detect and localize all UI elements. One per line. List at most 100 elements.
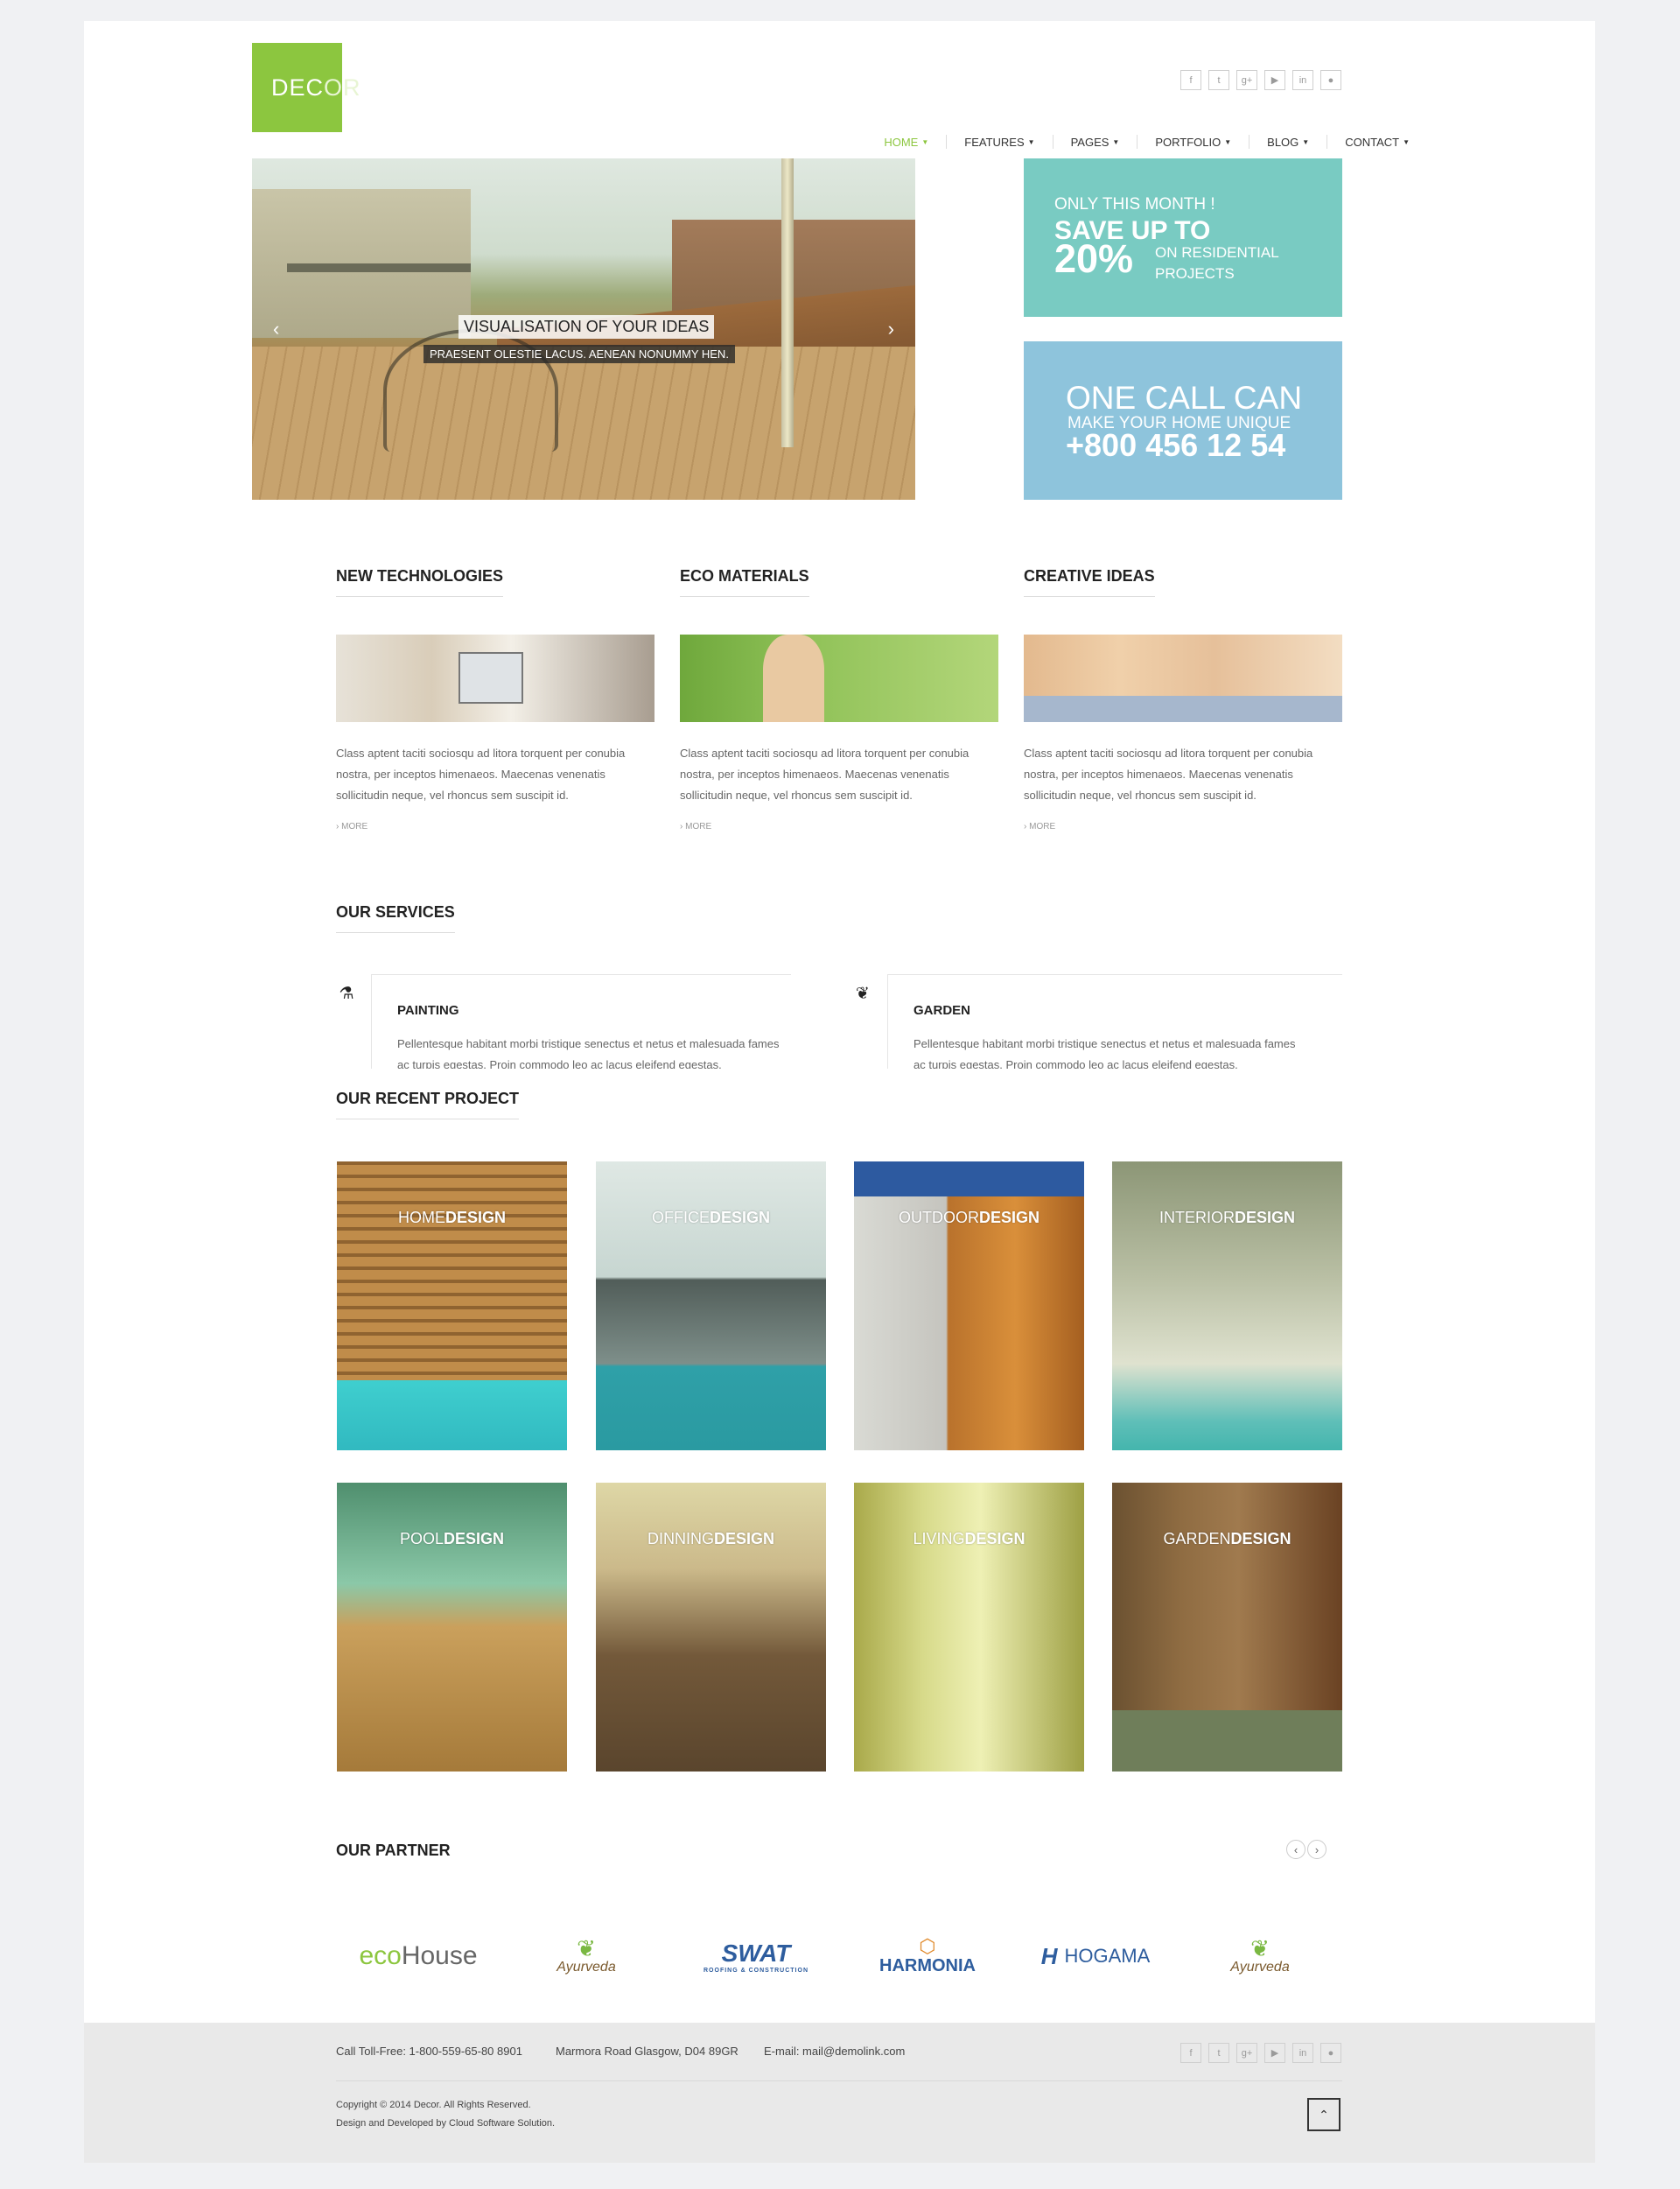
project-tile-interior[interactable]: INTERIORDESIGN	[1112, 1161, 1342, 1450]
projects-heading: OUR RECENT PROJECT	[336, 1090, 520, 1119]
service-text: Pellentesque habitant morbi tristique se…	[914, 1037, 1296, 1069]
nav-label: PORTFOLIO	[1155, 135, 1222, 149]
flickr-icon[interactable]: ●	[1320, 2043, 1341, 2063]
footer-divider	[336, 2080, 1342, 2081]
service-item: ⚗ PAINTING Pellentesque habitant morbi t…	[336, 974, 791, 1069]
facebook-icon[interactable]: f	[1180, 2043, 1201, 2063]
service-title: GARDEN	[914, 1003, 971, 1018]
footer-email[interactable]: E-mail: mail@demolink.com	[764, 2045, 905, 2058]
flickr-icon[interactable]: ●	[1320, 70, 1341, 90]
partner-carousel-nav: ‹ ›	[1286, 1840, 1326, 1859]
partner-logo-ecohouse[interactable]: eco House	[348, 1926, 488, 1987]
facebook-icon[interactable]: f	[1180, 70, 1201, 90]
slider-prev-icon[interactable]: ‹	[273, 318, 279, 340]
main-nav: HOME ▼ FEATURES ▼ PAGES ▼ PORTFOLIO ▼ BLOG ▼ …	[866, 135, 1427, 149]
promo-call-banner[interactable]: ONE CALL CAN MAKE YOUR HOME UNIQUE +800 …	[1024, 341, 1342, 500]
feature-text: Class aptent taciti sociosqu ad litora t…	[336, 747, 626, 802]
nav-item-home[interactable]: HOME ▼	[866, 135, 946, 149]
partner-logo-hogama[interactable]: H HOGAMA	[1026, 1926, 1166, 1987]
project-tile-home[interactable]: HOMEDESIGN	[337, 1161, 567, 1450]
nav-label: HOME	[884, 135, 919, 149]
service-text: Pellentesque habitant morbi tristique se…	[397, 1037, 780, 1069]
youtube-icon[interactable]: ▶	[1264, 70, 1285, 90]
project-label: DINNINGDESIGN	[647, 1530, 774, 1547]
feature-image	[1024, 635, 1342, 722]
linkedin-icon[interactable]: in	[1292, 70, 1313, 90]
more-link[interactable]: › MORE	[1024, 822, 1342, 831]
nav-item-features[interactable]: FEATURES ▼	[946, 135, 1052, 149]
hero-slider: ‹ › VISUALISATION OF YOUR IDEAS PRAESENT…	[252, 158, 915, 500]
promo-call-phone: +800 456 12 54	[1066, 427, 1286, 463]
project-label: POOLDESIGN	[399, 1530, 505, 1547]
nav-item-blog[interactable]: BLOG ▼	[1249, 135, 1326, 149]
promo-call-line1: ONE CALL CAN	[1066, 380, 1303, 416]
feature-block: CREATIVE IDEAS Class aptent taciti socio…	[1024, 567, 1342, 831]
feature-text: Class aptent taciti sociosqu ad litora t…	[1024, 747, 1313, 802]
chevron-down-icon: ▼	[1403, 137, 1410, 146]
slide-caption-text: PRAESENT OLESTIE LACUS. AENEAN NONUMMY H…	[424, 345, 735, 363]
footer-phone: Call Toll-Free: 1-800-559-65-80 8901	[336, 2045, 522, 2058]
more-link[interactable]: › MORE	[336, 822, 654, 831]
project-tile-office[interactable]: OFFICEDESIGN	[596, 1161, 826, 1450]
carousel-prev-icon[interactable]: ‹	[1286, 1840, 1306, 1859]
partners-heading: OUR PARTNER	[336, 1842, 451, 1859]
google-plus-icon[interactable]: g+	[1236, 70, 1257, 90]
promo-offer-line1: ONLY THIS MONTH !	[1054, 195, 1215, 214]
slide-window	[287, 263, 471, 272]
more-link[interactable]: › MORE	[680, 822, 998, 831]
leaf-icon: ❦	[1250, 1935, 1270, 1961]
slide-deck	[252, 347, 915, 500]
project-tile-garden[interactable]: GARDENDESIGN	[1112, 1483, 1342, 1772]
project-label: OUTDOORDESIGN	[898, 1209, 1040, 1226]
chevron-down-icon: ▼	[1112, 137, 1120, 146]
nav-item-contact[interactable]: CONTACT ▼	[1326, 135, 1427, 149]
project-label: INTERIORDESIGN	[1158, 1209, 1296, 1226]
flask-icon: ⚗	[339, 984, 354, 1003]
partner-logo-harmonia[interactable]: ⬡ HARMONIA	[858, 1926, 998, 1987]
youtube-icon[interactable]: ▶	[1264, 2043, 1285, 2063]
carousel-next-icon[interactable]: ›	[1307, 1840, 1326, 1859]
project-tile-living[interactable]: LIVINGDESIGN	[854, 1483, 1084, 1772]
promo-offer-percent: 20%	[1054, 236, 1134, 281]
back-to-top-icon[interactable]: ⌃	[1307, 2098, 1340, 2131]
feature-title: CREATIVE IDEAS	[1024, 567, 1155, 597]
footer-copyright: Copyright © 2014 Decor. All Rights Reser…	[336, 2096, 555, 2133]
nav-label: FEATURES	[964, 135, 1025, 149]
leaf-icon: ❦	[577, 1935, 596, 1961]
cube-icon: ⬡	[919, 1934, 936, 1957]
service-item: ❦ GARDEN Pellentesque habitant morbi tri…	[852, 974, 1342, 1069]
credits-text: Design and Developed by Cloud Software S…	[336, 2118, 556, 2129]
project-label: GARDENDESIGN	[1163, 1530, 1292, 1547]
project-tile-pool[interactable]: POOLDESIGN	[337, 1483, 567, 1772]
nav-label: BLOG	[1267, 135, 1299, 149]
project-tile-outdoor[interactable]: OUTDOORDESIGN	[854, 1161, 1084, 1450]
twitter-icon[interactable]: t	[1208, 70, 1229, 90]
promo-offer-banner[interactable]: ONLY THIS MONTH ! SAVE UP TO 20% ON RESI…	[1024, 158, 1342, 317]
project-label: HOMEDESIGN	[397, 1209, 506, 1226]
feature-title: ECO MATERIALS	[680, 567, 809, 597]
slide-pole	[781, 158, 794, 447]
partner-logo-ayurveda[interactable]: ❦ Ayurveda	[516, 1926, 656, 1987]
footer-social-links: f t g+ ▶ in ●	[1180, 2043, 1341, 2063]
slider-next-icon[interactable]: ›	[888, 318, 894, 340]
nav-label: PAGES	[1070, 135, 1110, 149]
project-label: LIVINGDESIGN	[913, 1530, 1026, 1547]
partner-logo-ayurveda-2[interactable]: ❦ Ayurveda	[1190, 1926, 1330, 1987]
site-footer	[84, 2023, 1595, 2163]
nav-item-pages[interactable]: PAGES ▼	[1052, 135, 1138, 149]
feature-block: ECO MATERIALS Class aptent taciti socios…	[680, 567, 998, 831]
partner-logo-swat[interactable]: SWAT ROOFING & CONSTRUCTION	[686, 1926, 826, 1987]
project-label: OFFICEDESIGN	[651, 1209, 770, 1226]
chevron-down-icon: ▼	[1302, 137, 1310, 146]
project-tile-dinning[interactable]: DINNINGDESIGN	[596, 1483, 826, 1772]
nav-item-portfolio[interactable]: PORTFOLIO ▼	[1137, 135, 1249, 149]
linkedin-icon[interactable]: in	[1292, 2043, 1313, 2063]
feature-title: NEW TECHNOLOGIES	[336, 567, 504, 597]
twitter-icon[interactable]: t	[1208, 2043, 1229, 2063]
site-logo[interactable]: DECOR	[252, 43, 360, 132]
service-title: PAINTING	[397, 1003, 459, 1018]
header-social-links: f t g+ ▶ in ●	[1180, 70, 1341, 90]
google-plus-icon[interactable]: g+	[1236, 2043, 1257, 2063]
nav-label: CONTACT	[1345, 135, 1400, 149]
feature-image	[680, 635, 998, 722]
